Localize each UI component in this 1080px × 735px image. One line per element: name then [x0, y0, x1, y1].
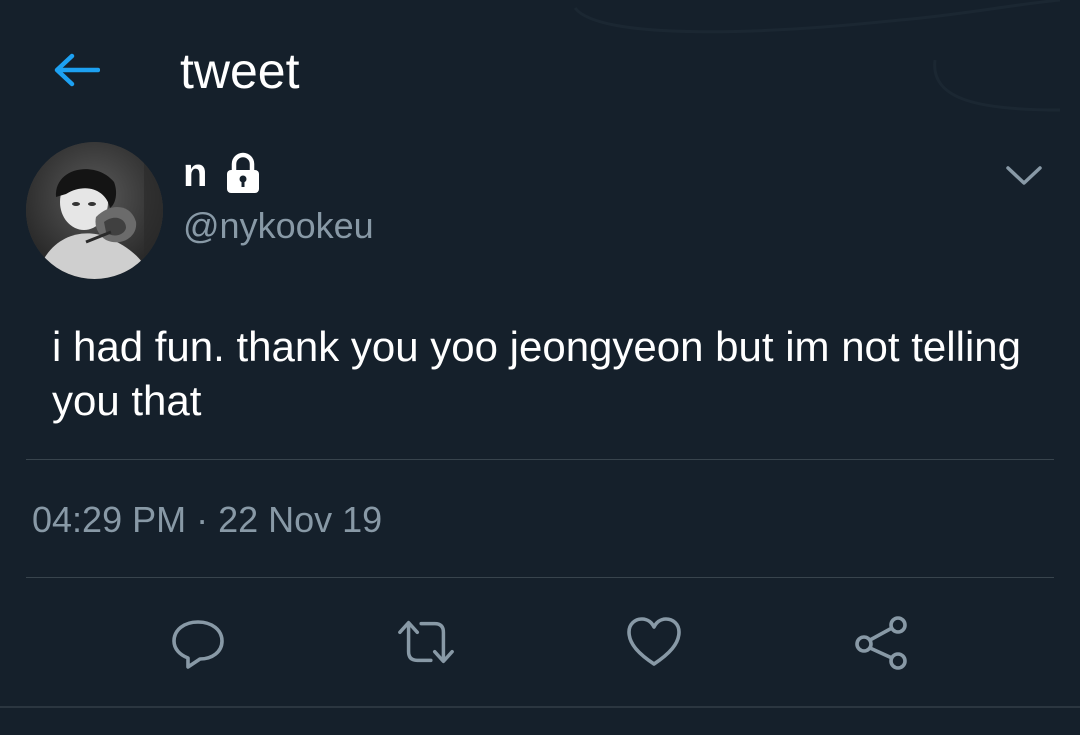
share-icon [855, 616, 907, 670]
page-title: tweet [180, 43, 300, 99]
avatar[interactable] [26, 142, 163, 279]
back-arrow-icon [54, 53, 100, 87]
user-name-row[interactable]: n [183, 148, 263, 198]
back-button[interactable] [48, 48, 104, 92]
like-icon [627, 617, 681, 666]
divider [26, 459, 1054, 460]
divider [26, 577, 1054, 578]
retweet-button[interactable] [396, 612, 456, 672]
top-bar: tweet [0, 0, 1080, 140]
tweet-timestamp[interactable]: 04:29 PM · 22 Nov 19 [32, 498, 382, 542]
bottom-divider [0, 706, 1080, 708]
lock-icon [227, 152, 260, 193]
chevron-down-icon [1006, 166, 1042, 185]
reply-button[interactable] [168, 612, 228, 672]
user-handle[interactable]: @nykookeu [183, 204, 374, 248]
avatar-image [26, 142, 163, 279]
retweet-icon [398, 620, 454, 664]
share-button[interactable] [852, 612, 912, 672]
more-options-button[interactable] [1000, 158, 1048, 194]
reply-icon [172, 620, 224, 669]
like-button[interactable] [624, 612, 684, 672]
tweet-text: i had fun. thank you yoo jeongyeon but i… [52, 323, 1021, 424]
display-name: n [183, 151, 208, 195]
